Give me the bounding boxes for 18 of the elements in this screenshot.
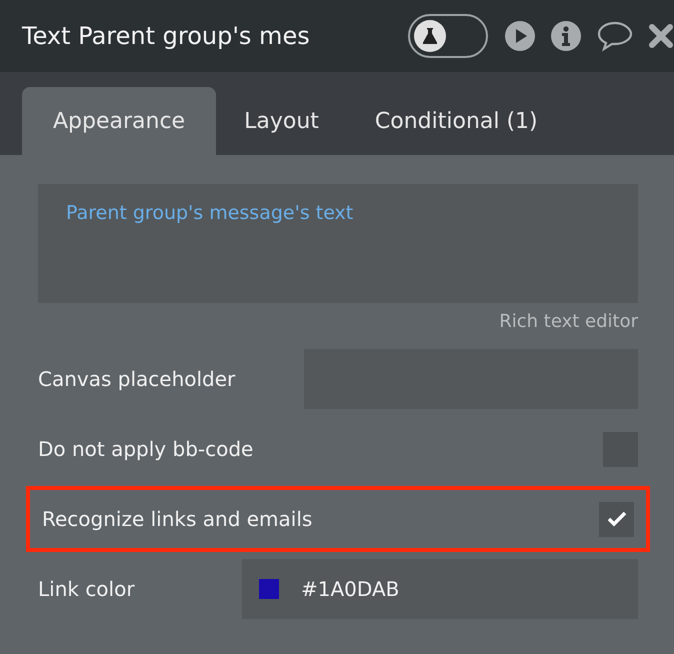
test-mode-toggle[interactable] <box>408 14 488 58</box>
field-label: Link color <box>38 577 135 601</box>
tab[interactable]: Appearance <box>22 87 216 155</box>
window-title: Text Parent group's mes <box>22 22 311 50</box>
checkmark-icon <box>606 511 626 527</box>
field-label: Canvas placeholder <box>38 367 236 391</box>
field-label: Recognize links and emails <box>42 507 312 531</box>
color-picker-field[interactable]: #1A0DAB <box>242 559 638 619</box>
tab[interactable]: Layout <box>216 87 347 155</box>
close-button[interactable] <box>648 23 674 49</box>
tab[interactable]: Conditional (1) <box>346 87 566 155</box>
info-button[interactable] <box>550 20 582 52</box>
comment-button[interactable] <box>596 20 634 52</box>
checkbox[interactable] <box>599 502 634 536</box>
field-label: Do not apply bb-code <box>38 437 254 461</box>
play-button[interactable] <box>504 20 536 52</box>
flask-icon <box>421 27 439 45</box>
color-value: #1A0DAB <box>301 577 400 601</box>
